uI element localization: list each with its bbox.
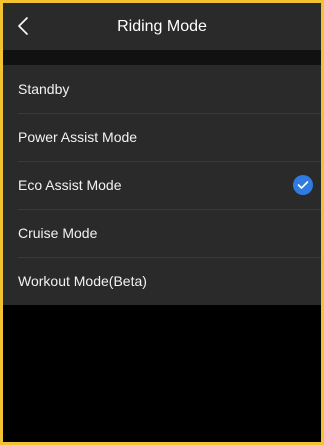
riding-mode-screen: Riding Mode Standby Power Assist Mode Ec…: [0, 0, 324, 445]
mode-label: Eco Assist Mode: [18, 177, 122, 193]
page-title: Riding Mode: [117, 18, 207, 35]
mode-label: Power Assist Mode: [18, 129, 138, 145]
mode-item-cruise[interactable]: Cruise Mode: [3, 209, 321, 257]
back-button[interactable]: [11, 13, 35, 39]
checkmark-circle-icon: [293, 175, 313, 195]
mode-label: Cruise Mode: [18, 225, 98, 241]
mode-item-power-assist[interactable]: Power Assist Mode: [3, 113, 321, 161]
mode-item-standby[interactable]: Standby: [3, 65, 321, 113]
mode-list: Standby Power Assist Mode Eco Assist Mod…: [3, 65, 321, 305]
mode-item-eco-assist[interactable]: Eco Assist Mode: [3, 161, 321, 209]
mode-label: Standby: [18, 81, 70, 97]
header-bar: Riding Mode: [3, 3, 321, 50]
mode-item-workout[interactable]: Workout Mode(Beta): [3, 257, 321, 305]
chevron-left-icon: [18, 17, 28, 35]
mode-label: Workout Mode(Beta): [18, 273, 147, 289]
section-spacer: [3, 50, 321, 65]
